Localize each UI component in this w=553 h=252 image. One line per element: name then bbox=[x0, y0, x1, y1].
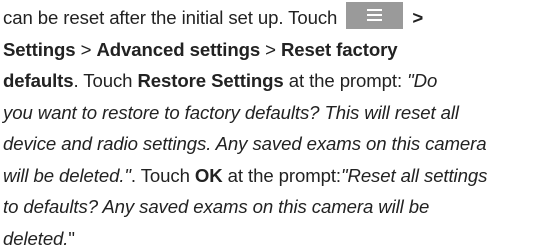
menu-icon bbox=[346, 1, 404, 29]
text-run: . Touch bbox=[130, 164, 195, 186]
bold-run: defaults bbox=[3, 70, 74, 91]
text-line-1: can be reset after the initial set up. T… bbox=[3, 1, 553, 34]
text-run: at the prompt: bbox=[283, 70, 408, 91]
italic-run: device and radio settings. Any saved exa… bbox=[3, 133, 487, 154]
text-line-4: you want to restore to factory defaults?… bbox=[3, 97, 553, 129]
text-line-7: to defaults? Any saved exams on this cam… bbox=[3, 191, 553, 223]
italic-run: deleted. bbox=[3, 227, 69, 249]
text-run: " bbox=[68, 227, 75, 249]
hamburger-icon-graphic bbox=[367, 8, 383, 21]
text-line-2: Settings > Advanced settings > Reset fac… bbox=[3, 34, 553, 66]
text-line-6: will be deleted.". Touch OK at the promp… bbox=[3, 160, 553, 192]
bold-run: OK bbox=[194, 164, 223, 186]
text-run: > bbox=[260, 38, 281, 60]
bold-run: Reset factory bbox=[280, 38, 398, 60]
italic-run: "Reset all settings bbox=[340, 164, 488, 186]
italic-run: "Do bbox=[407, 70, 438, 91]
text-line-8: deleted." bbox=[3, 223, 553, 252]
bold-run: Advanced settings bbox=[96, 38, 261, 60]
italic-run: you want to restore to factory defaults?… bbox=[3, 101, 459, 123]
text-run: at the prompt: bbox=[222, 164, 341, 186]
italic-run: to defaults? Any saved exams on this cam… bbox=[3, 196, 430, 217]
bold-run: Settings bbox=[3, 38, 76, 60]
document-paragraph: can be reset after the initial set up. T… bbox=[0, 0, 553, 252]
bold-run: Restore Settings bbox=[137, 70, 284, 91]
text-run: can be reset after the initial set up. T… bbox=[3, 7, 343, 28]
text-line-3: defaults. Touch Restore Settings at the … bbox=[3, 65, 553, 97]
text-run: > bbox=[407, 7, 424, 28]
text-run: > bbox=[75, 38, 97, 60]
italic-run: will be deleted." bbox=[3, 164, 131, 186]
text-run: . Touch bbox=[73, 70, 138, 91]
text-line-5: device and radio settings. Any saved exa… bbox=[3, 128, 553, 160]
